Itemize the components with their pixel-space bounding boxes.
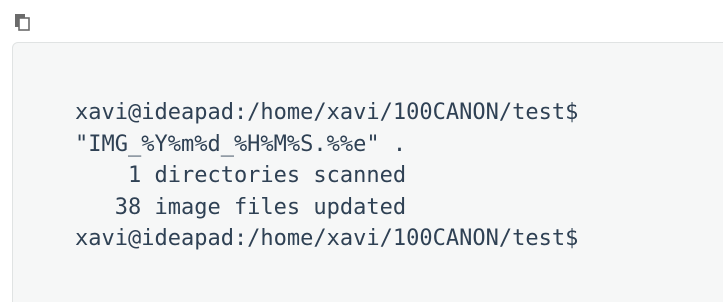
copy-icon[interactable] [12,12,32,32]
terminal-line: xavi@ideapad:/home/xavi/100CANON/test$ [75,226,579,251]
terminal-line: 38 image files updated [75,194,407,220]
code-toolbar [0,0,723,40]
terminal-line: xavi@ideapad:/home/xavi/100CANON/test$ [75,100,579,125]
terminal-line: "IMG_%Y%m%d_%H%M%S.%%e" . [75,131,407,157]
terminal-output: xavi@ideapad:/home/xavi/100CANON/test$ "I… [75,97,578,255]
page: xavi@ideapad:/home/xavi/100CANON/test$ "I… [0,0,723,302]
code-block: xavi@ideapad:/home/xavi/100CANON/test$ "I… [12,42,723,302]
terminal-line: 1 directories scanned [75,163,407,188]
